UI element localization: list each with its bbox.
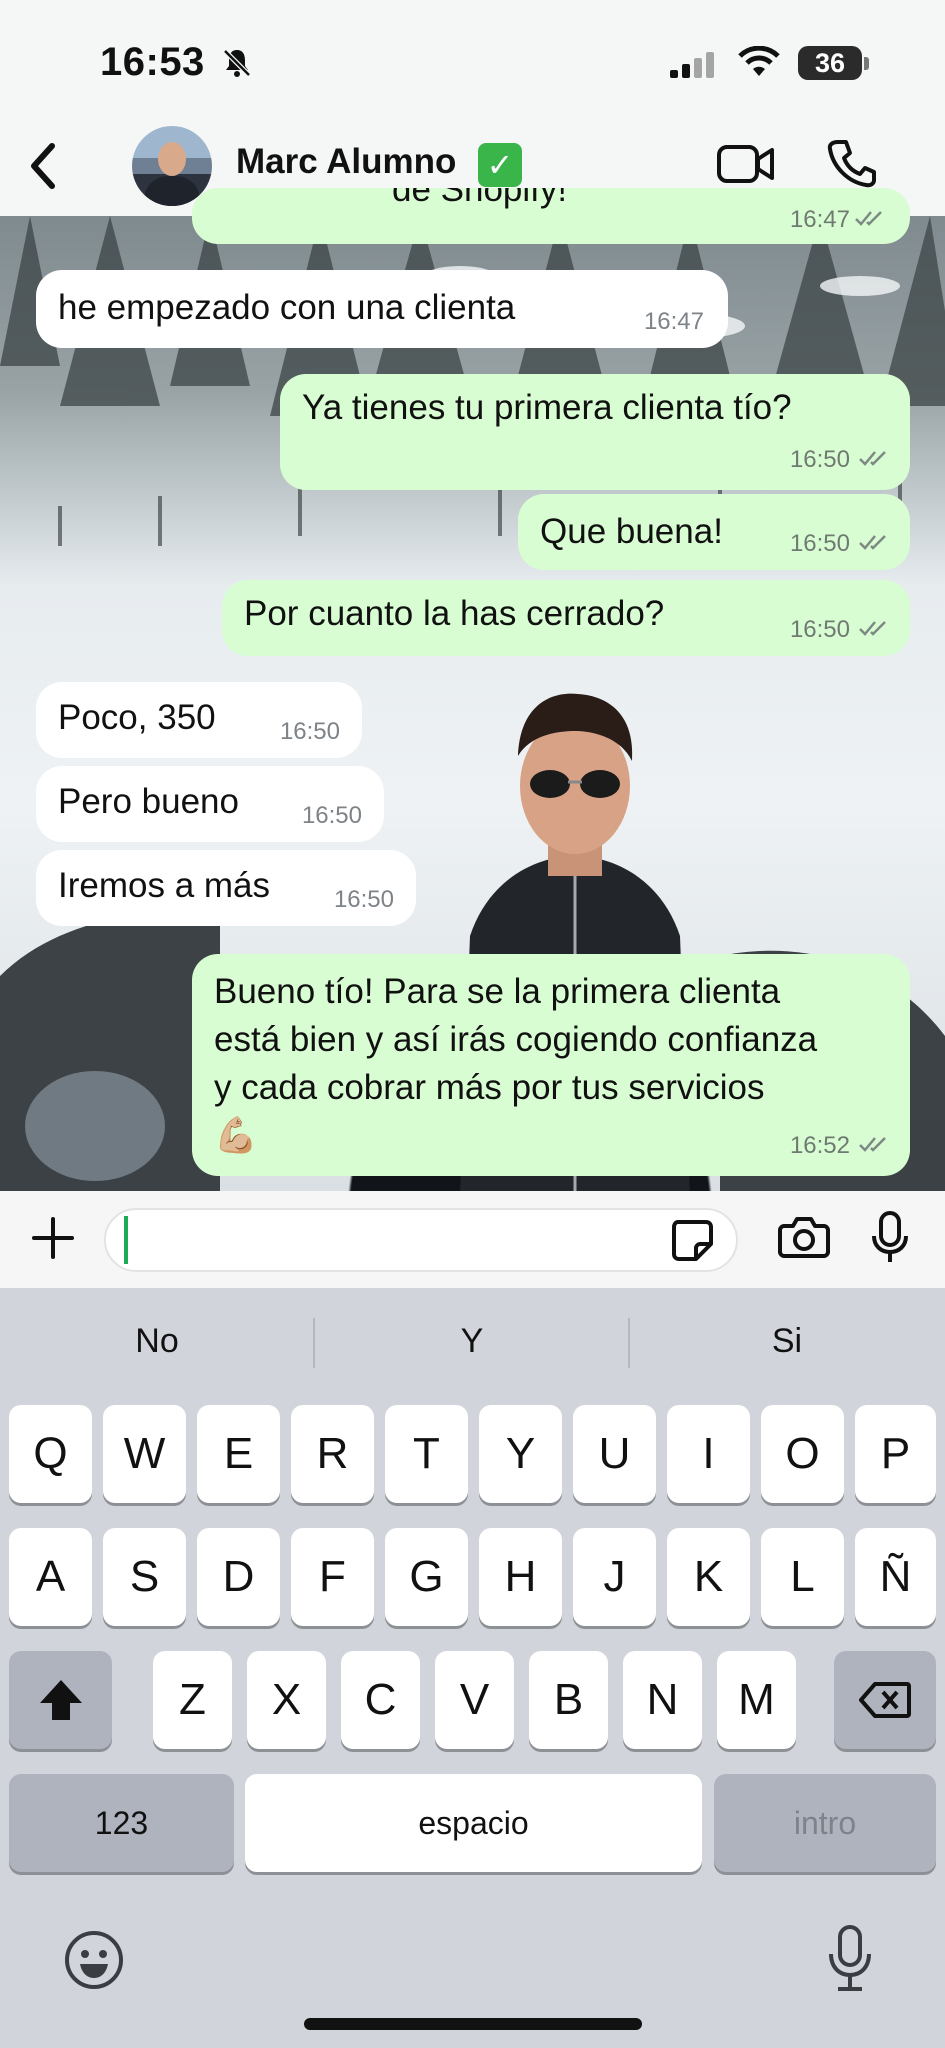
key-b[interactable]: B [529,1651,608,1749]
suggestion-no[interactable]: No [0,1322,314,1361]
phone-icon[interactable] [826,138,876,193]
message-time: 16:52 [789,1132,850,1159]
message-bubble-incoming[interactable]: Poco, 350 16:50 [36,682,362,758]
return-key[interactable]: intro [714,1774,936,1872]
key-s[interactable]: S [103,1528,186,1626]
home-indicator[interactable] [304,2018,642,2030]
key-n[interactable]: N [623,1651,702,1749]
message-bubble-outgoing[interactable]: Ya tienes tu primera clienta tío? 16:50 [280,374,910,490]
message-bubble-incoming[interactable]: Pero bueno 16:50 [36,766,384,842]
message-line: y cada cobrar más por tus servicios [214,1068,765,1107]
plus-icon[interactable] [30,1215,76,1266]
read-ticks-icon [855,211,882,226]
message-bubble-incoming[interactable]: Iremos a más 16:50 [36,850,416,926]
key-p[interactable]: P [855,1405,936,1503]
message-input[interactable] [104,1208,738,1272]
key-a[interactable]: A [9,1528,92,1626]
read-ticks-icon [859,1137,886,1152]
shift-key[interactable] [9,1651,112,1749]
key-o[interactable]: O [761,1405,844,1503]
message-text: Ya tienes tu primera clienta tío? [302,388,792,427]
message-bubble-outgoing[interactable]: Que buena! 16:50 [518,494,910,570]
message-text: Iremos a más [58,866,270,905]
read-ticks-icon [859,535,886,550]
message-bubble-outgoing[interactable]: de Shopify! 16:47 [192,188,910,244]
key-q[interactable]: Q [9,1405,92,1503]
status-time: 16:53 [100,40,205,84]
numbers-key[interactable]: 123 [9,1774,234,1872]
read-ticks-icon [859,621,886,636]
backspace-icon [859,1682,911,1718]
message-text: de Shopify! [392,188,568,209]
camera-icon[interactable] [778,1214,830,1265]
key-d[interactable]: D [197,1528,280,1626]
message-text: Por cuanto la has cerrado? [244,594,665,633]
message-line: Bueno tío! Para se la primera clienta [214,972,781,1011]
message-bubble-incoming[interactable]: he empezado con una clienta 16:47 [36,270,728,348]
verified-emoji: ✓ [478,143,522,187]
message-bubble-outgoing[interactable]: Por cuanto la has cerrado? 16:50 [222,580,910,656]
signal-icon [668,50,724,85]
key-g[interactable]: G [385,1528,468,1626]
backspace-key[interactable] [834,1651,936,1749]
key-t[interactable]: T [385,1405,468,1503]
key-v[interactable]: V [435,1651,514,1749]
key-j[interactable]: J [573,1528,656,1626]
message-time: 16:50 [333,886,394,913]
video-call-icon[interactable] [716,142,776,191]
key-w[interactable]: W [103,1405,186,1503]
message-time: 16:50 [279,718,340,745]
dictation-mic-icon[interactable] [826,1924,874,1999]
key-x[interactable]: X [247,1651,326,1749]
message-time: 16:47 [643,308,704,335]
wifi-icon [737,45,781,85]
message-line: está bien y así irás cogiendo confianza [214,1020,818,1059]
emoji-icon[interactable] [62,1928,126,1997]
mute-bell-icon [220,46,254,85]
message-text: he empezado con una clienta [58,288,516,327]
space-key[interactable]: espacio [245,1774,702,1872]
key-h[interactable]: H [479,1528,562,1626]
key-y[interactable]: Y [479,1405,562,1503]
message-time: 16:50 [301,802,362,829]
message-time: 16:50 [789,530,850,557]
message-text: Que buena! [540,512,723,551]
message-time: 16:50 [789,616,850,643]
key-k[interactable]: K [667,1528,750,1626]
key-n-tilde[interactable]: Ñ [855,1528,936,1626]
message-time: 16:50 [789,446,850,473]
message-bubble-outgoing[interactable]: Bueno tío! Para se la primera clienta es… [192,954,910,1176]
key-i[interactable]: I [667,1405,750,1503]
back-arrow-icon[interactable] [26,140,60,197]
sticker-icon[interactable] [670,1218,714,1267]
key-z[interactable]: Z [153,1651,232,1749]
key-l[interactable]: L [761,1528,844,1626]
battery-indicator: 36 [798,46,862,80]
text-cursor [124,1216,128,1264]
shift-icon [39,1680,82,1720]
contact-name[interactable]: Marc Alumno [236,142,456,182]
suggestion-si[interactable]: Si [630,1322,944,1361]
message-text: Poco, 350 [58,698,216,737]
read-ticks-icon [859,451,886,466]
key-e[interactable]: E [197,1405,280,1503]
key-m[interactable]: M [717,1651,796,1749]
message-time: 16:47 [789,206,850,233]
key-r[interactable]: R [291,1405,374,1503]
message-text: Pero bueno [58,782,239,821]
microphone-icon[interactable] [870,1210,910,1271]
battery-cap [864,57,869,70]
suggestion-y[interactable]: Y [315,1322,629,1361]
key-f[interactable]: F [291,1528,374,1626]
key-c[interactable]: C [341,1651,420,1749]
key-u[interactable]: U [573,1405,656,1503]
